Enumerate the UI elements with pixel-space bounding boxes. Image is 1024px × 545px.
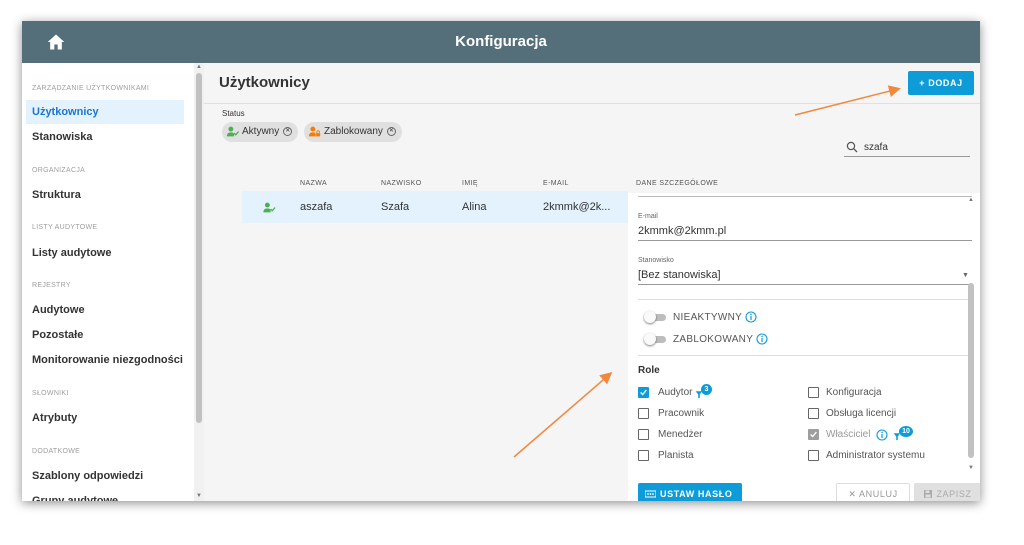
cancel-button[interactable]: ✕ ANULUJ [836,483,910,501]
role-manager-label: Menedżer [658,429,703,440]
role-employee-label: Pracownik [658,408,705,419]
chip-active-label: Aktywny [242,126,280,137]
table-row[interactable]: aszafa Szafa Alina 2kmmk@2k... [242,191,628,223]
role-manager-checkbox[interactable] [638,429,649,440]
save-button: ZAPISZ [914,483,980,501]
user-check-icon [226,126,239,137]
position-label: Stanowisko [638,257,674,264]
toggle-inactive-label: NIEAKTYWNY [673,312,743,323]
sidebar-item-audit-registers[interactable]: Audytowe [26,298,184,322]
details-header: DANE SZCZEGÓŁOWE [636,180,719,187]
sidebar-section-users: ZARZĄDZANIE UŻYTKOWNIKAMI [32,85,150,92]
password-icon [645,490,656,498]
scroll-up-icon[interactable]: ▲ [196,64,202,70]
role-license-checkbox[interactable] [808,408,819,419]
details-scroll-thumb[interactable] [968,283,974,458]
sidebar: ZARZĄDZANIE UŻYTKOWNIKAMI Użytkownicy St… [22,63,194,501]
position-value: [Bez stanowiska] [638,269,721,281]
sidebar-section-additional: DODATKOWE [32,448,81,455]
details-scrollbar[interactable]: ▲ ▼ [966,193,976,473]
role-owner-checkbox [808,429,819,440]
cell-name: Alina [462,201,487,213]
sidebar-item-other[interactable]: Pozostałe [26,323,184,347]
set-password-button[interactable]: USTAW HASŁO [638,483,742,501]
sidebar-section-audit-lists: LISTY AUDYTOWE [32,224,98,231]
sidebar-scroll-thumb[interactable] [196,73,202,423]
save-label: ZAPISZ [936,489,972,499]
info-icon[interactable] [876,429,888,441]
scroll-down-icon[interactable]: ▼ [968,465,974,471]
sidebar-item-nonconformity[interactable]: Monitorowanie niezgodności [26,348,184,372]
search-input[interactable]: szafa [844,137,970,157]
user-lock-icon [308,126,321,137]
role-admin-label: Administrator systemu [826,450,925,461]
sidebar-item-audit-groups[interactable]: Grupy audytowe [26,489,184,501]
role-owner-label: Właściciel [826,429,871,440]
email-label: E-mail [638,213,658,220]
role-auditor-badge: 3 [701,384,712,395]
chip-active[interactable]: Aktywny ✕ [222,122,299,142]
sidebar-section-dictionaries: SŁOWNIKI [32,390,69,397]
info-icon[interactable] [756,333,768,345]
sidebar-scrollbar[interactable]: ▲ ▼ [194,63,204,501]
sidebar-item-attributes[interactable]: Atrybuty [26,406,184,430]
column-header-surname[interactable]: NAZWISKO [381,180,422,187]
column-header-name[interactable]: IMIĘ [462,180,478,187]
add-button[interactable]: + DODAJ [908,71,974,95]
main-panel: Użytkownicy + DODAJ Status Aktywny ✕ Zabl… [204,63,980,501]
cell-email: 2kmmk@2k... [543,201,611,213]
search-value: szafa [864,142,888,153]
info-icon[interactable] [745,311,757,323]
scroll-down-icon[interactable]: ▼ [196,493,202,499]
set-password-label: USTAW HASŁO [660,489,733,499]
cell-surname: Szafa [381,201,410,213]
role-configuration-checkbox[interactable] [808,387,819,398]
role-auditor-label: Audytor [658,387,693,398]
roles-title: Role [638,365,660,376]
scroll-up-icon[interactable]: ▲ [968,197,974,203]
top-bar: Konfiguracja [22,21,980,63]
chip-blocked-label: Zablokowany [324,126,383,137]
position-select[interactable]: [Bez stanowiska] [638,269,972,285]
sidebar-item-audit-lists[interactable]: Listy audytowe [26,241,184,265]
app-title: Konfiguracja [455,33,547,50]
app-window: Konfiguracja ZARZĄDZANIE UŻYTKOWNIKAMI U… [22,21,980,501]
role-auditor-checkbox[interactable] [638,387,649,398]
sidebar-section-organization: ORGANIZACJA [32,167,86,174]
page-title: Użytkownicy [219,74,310,91]
column-header-login[interactable]: NAZWA [300,180,327,187]
status-label: Status [222,109,245,118]
column-header-email[interactable]: E-MAIL [543,180,569,187]
sidebar-item-answer-templates[interactable]: Szablony odpowiedzi [26,464,184,488]
role-admin-checkbox[interactable] [808,450,819,461]
toggle-blocked-label: ZABLOKOWANY [673,334,754,345]
role-planner-checkbox[interactable] [638,450,649,461]
chip-remove-icon[interactable]: ✕ [386,126,396,136]
save-icon [924,490,933,498]
role-planner-label: Planista [658,450,694,461]
divider [204,103,980,104]
sidebar-section-registers: REJESTRY [32,282,71,289]
chip-remove-icon[interactable]: ✕ [283,126,293,136]
divider [638,355,972,356]
cell-login: aszafa [300,201,333,213]
details-panel: E-mail 2kmmk@2kmm.pl Stanowisko [Bez sta… [628,193,980,501]
toggle-inactive[interactable] [644,311,668,323]
sidebar-item-structure[interactable]: Struktura [26,183,184,207]
divider [638,196,972,197]
search-icon [846,141,858,153]
divider [638,299,972,300]
role-owner-badge: 10 [899,426,913,437]
sidebar-item-users[interactable]: Użytkownicy [26,100,184,124]
user-check-icon [263,202,276,213]
role-employee-checkbox[interactable] [638,408,649,419]
role-license-label: Obsługa licencji [826,408,897,419]
role-configuration-label: Konfiguracja [826,387,882,398]
toggle-blocked[interactable] [644,333,668,345]
email-field[interactable]: 2kmmk@2kmm.pl [638,225,972,241]
sidebar-item-positions[interactable]: Stanowiska [26,125,184,149]
chip-blocked[interactable]: Zablokowany ✕ [304,122,402,142]
